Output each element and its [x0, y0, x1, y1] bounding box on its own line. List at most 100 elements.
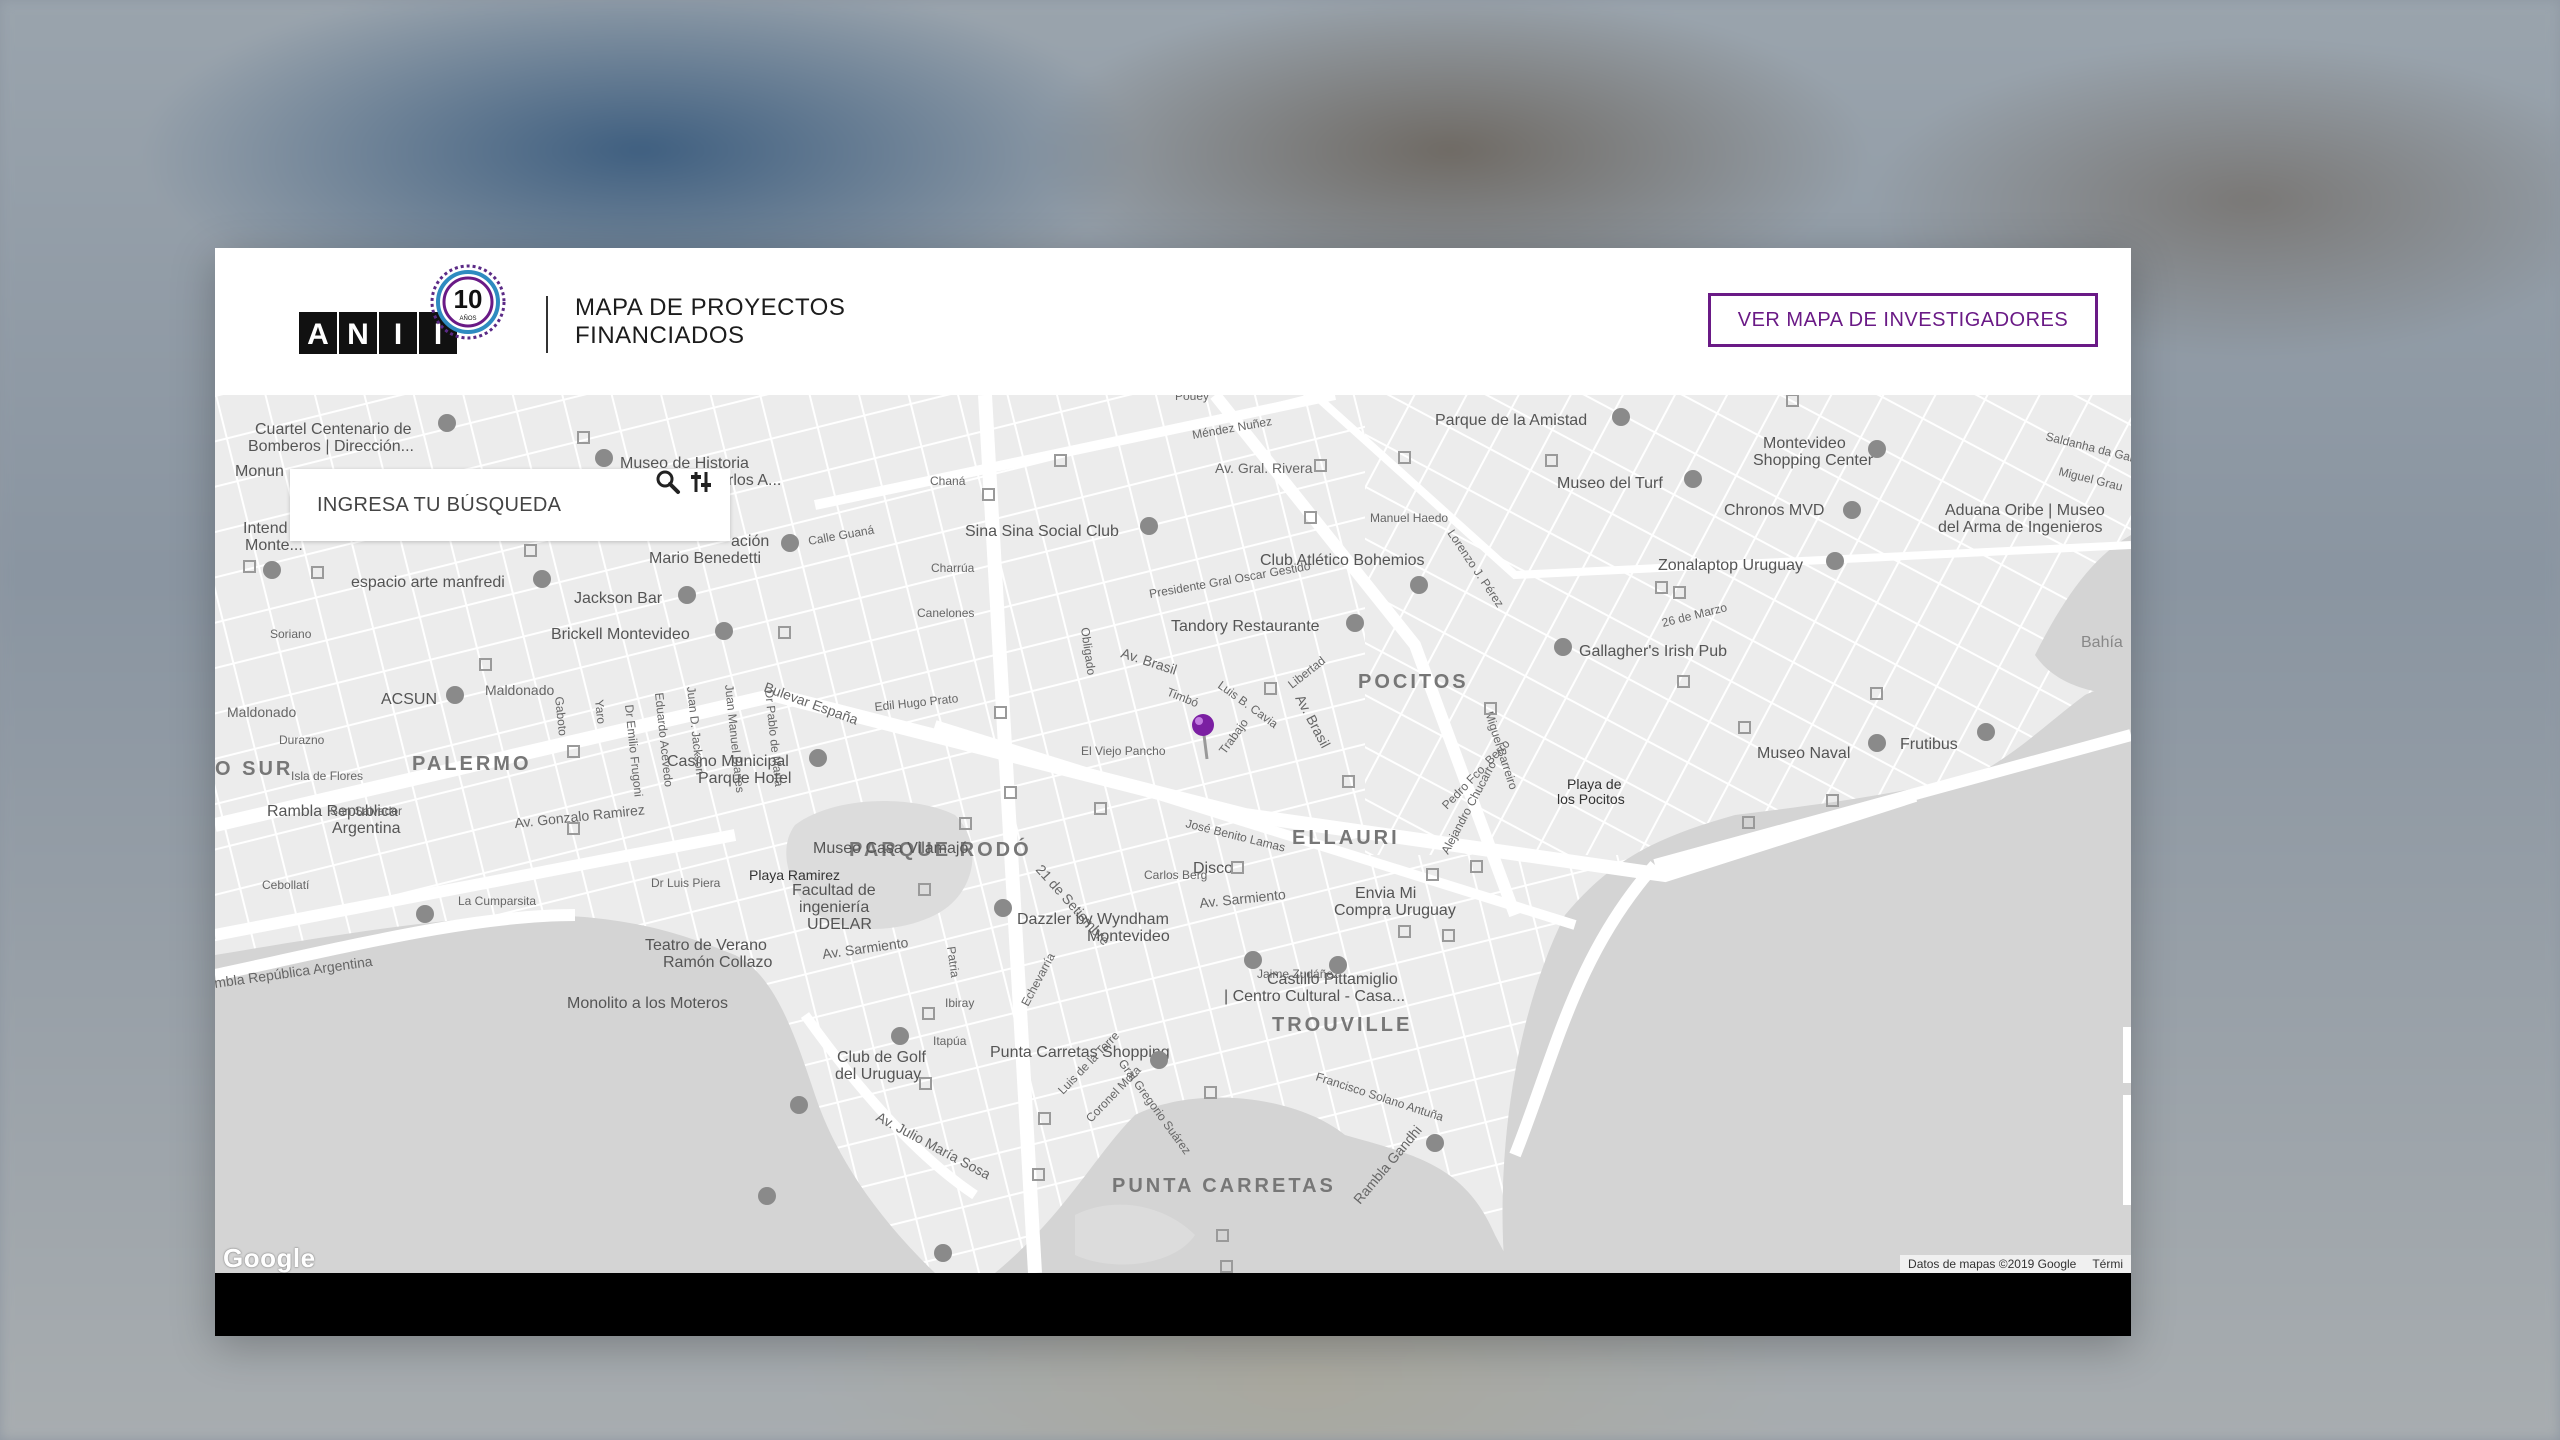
- place-pin-icon: [1843, 501, 1861, 519]
- poi-parque-amistad: Parque de la Amistad: [1435, 412, 1587, 429]
- street-pouey: Pouey: [1175, 395, 1209, 403]
- poi-jackson-bar: Jackson Bar: [574, 590, 663, 607]
- street-isla-de-flores: Isla de Flores: [291, 769, 363, 783]
- place-pin-icon: [533, 570, 551, 588]
- place-pin-icon: [1410, 576, 1428, 594]
- street-cebollati: Cebollatí: [262, 878, 310, 892]
- place-pin-icon: [1244, 951, 1262, 969]
- label-ellauri: ELLAURI: [1292, 827, 1400, 849]
- poi-brickell: Brickell Montevideo: [551, 626, 690, 643]
- header-divider: [546, 296, 548, 353]
- place-pin-icon: [1612, 408, 1630, 426]
- street-canelones: Canelones: [917, 606, 974, 620]
- poi-castillo-2: | Centro Cultural - Casa...: [1224, 988, 1405, 1005]
- street-durazno: Durazno: [279, 733, 325, 747]
- label-o-sur: O SUR: [215, 758, 293, 780]
- modal-footer-bar: [215, 1273, 2131, 1336]
- svg-text:N: N: [347, 318, 369, 351]
- terms-link[interactable]: Térmi: [2084, 1257, 2131, 1271]
- poi-chronos: Chronos MVD: [1724, 502, 1824, 519]
- label-punta-carretas: PUNTA CARRETAS: [1112, 1175, 1336, 1197]
- bar-pin-icon: [1554, 638, 1572, 656]
- poi-envia-mi-2: Compra Uruguay: [1334, 902, 1456, 919]
- museum-pin-icon: [595, 449, 613, 467]
- title-line-2: FINANCIADOS: [575, 322, 745, 349]
- street-itapua: Itapúa: [933, 1034, 967, 1048]
- zoom-in-control[interactable]: [2123, 1027, 2131, 1083]
- title-line-1: MAPA DE PROYECTOS: [575, 294, 846, 321]
- place-pin-icon: [1329, 956, 1347, 974]
- map-canvas[interactable]: POCITOS PALERMO PARQUE RODÓ ELLAURI TROU…: [215, 395, 2131, 1273]
- sliders-icon[interactable]: [688, 469, 714, 495]
- place-pin-icon: [416, 905, 434, 923]
- poi-punta-carretas-shopping: Punta Carretas Shopping: [990, 1044, 1170, 1061]
- poi-tandory: Tandory Restaurante: [1171, 618, 1320, 635]
- poi-zonalaptop: Zonalaptop Uruguay: [1658, 557, 1803, 574]
- street-yaro: Yaro: [592, 699, 609, 725]
- poi-playa-pocitos-2: los Pocitos: [1557, 791, 1625, 807]
- poi-teatro-2: Ramón Collazo: [663, 954, 772, 971]
- zoom-out-control[interactable]: [2123, 1095, 2131, 1205]
- map-data-credit: Datos de mapas ©2019 Google: [1908, 1257, 2077, 1271]
- label-trouville: TROUVILLE: [1272, 1014, 1412, 1036]
- poi-club-golf-2: del Uruguay: [835, 1066, 921, 1083]
- label-bahia: Bahía: [2081, 634, 2123, 651]
- hotel-pin-icon: [1150, 1051, 1168, 1069]
- anii-logo[interactable]: A N I I 10 AÑOS: [299, 260, 529, 370]
- svg-text:I: I: [394, 318, 402, 351]
- poi-montevideo-shopping-1: Montevideo: [1763, 435, 1846, 452]
- poi-playa-ramirez: Playa Ramirez: [749, 867, 840, 883]
- poi-acion: ación: [731, 533, 769, 550]
- place-pin-icon: [758, 1187, 776, 1205]
- ver-mapa-investigadores-button[interactable]: VER MAPA DE INVESTIGADORES: [1708, 293, 2098, 347]
- poi-mario-benedetti: Mario Benedetti: [649, 550, 761, 567]
- place-pin-icon: [263, 561, 281, 579]
- poi-cuartel-1: Cuartel Centenario de: [255, 421, 412, 438]
- poi-club-golf-1: Club de Golf: [837, 1049, 926, 1066]
- museum-pin-icon: [1426, 1134, 1444, 1152]
- logo-letters: A N I I: [299, 312, 457, 354]
- bar-pin-icon: [678, 586, 696, 604]
- museum-pin-icon: [438, 414, 456, 432]
- label-pocitos: POCITOS: [1358, 671, 1469, 693]
- svg-text:AÑOS: AÑOS: [459, 315, 476, 322]
- poi-facultad-1: Facultad de: [792, 882, 876, 899]
- golf-pin-icon: [934, 1244, 952, 1262]
- street-manuel-haedo: Manuel Haedo: [1370, 511, 1448, 525]
- poi-museo-vilamajo: Museo Casa Vilamajó: [813, 840, 968, 857]
- poi-aduana-1: Aduana Oribe | Museo: [1945, 502, 2105, 519]
- poi-facultad-2: ingeniería: [799, 899, 869, 916]
- street-el-viejo-pancho: El Viejo Pancho: [1081, 744, 1166, 758]
- restaurant-pin-icon: [1346, 614, 1364, 632]
- street-maldonado: Maldonado: [227, 704, 296, 720]
- poi-envia-mi-1: Envia Mi: [1355, 885, 1416, 902]
- map-attribution: Datos de mapas ©2019 Google Térmi: [1900, 1255, 2131, 1273]
- poi-museo-historia-2: rlos A...: [728, 472, 781, 489]
- poi-frutibus: Frutibus: [1900, 736, 1958, 753]
- poi-rambla-republica-2: Argentina: [332, 820, 401, 837]
- museum-pin-icon: [781, 534, 799, 552]
- poi-museo-turf: Museo del Turf: [1557, 475, 1663, 492]
- shopping-pin-icon: [1868, 440, 1886, 458]
- search-box: [290, 469, 730, 541]
- poi-montevideo-shopping-2: Shopping Center: [1753, 452, 1874, 469]
- shopping-pin-icon: [1977, 723, 1995, 741]
- magnifier-icon[interactable]: [655, 469, 681, 495]
- street-la-cumparsita: La Cumparsita: [458, 894, 536, 908]
- museum-pin-icon: [1684, 470, 1702, 488]
- anniversary-badge-icon: 10 AÑOS: [430, 264, 506, 340]
- search-input[interactable]: [315, 492, 639, 518]
- museum-pin-icon: [1868, 734, 1886, 752]
- shopping-pin-icon: [1826, 552, 1844, 570]
- museum-pin-icon: [994, 899, 1012, 917]
- place-pin-icon: [446, 686, 464, 704]
- street-charrua: Charrúa: [931, 561, 975, 575]
- place-pin-icon: [809, 749, 827, 767]
- street-soriano: Soriano: [270, 627, 312, 641]
- place-pin-icon: [790, 1096, 808, 1114]
- poi-gallaghers: Gallagher's Irish Pub: [1579, 643, 1727, 660]
- poi-espacio-arte: espacio arte manfredi: [351, 574, 505, 591]
- poi-museo-naval: Museo Naval: [1757, 745, 1850, 762]
- place-pin-icon: [1140, 517, 1158, 535]
- svg-text:10: 10: [454, 284, 483, 314]
